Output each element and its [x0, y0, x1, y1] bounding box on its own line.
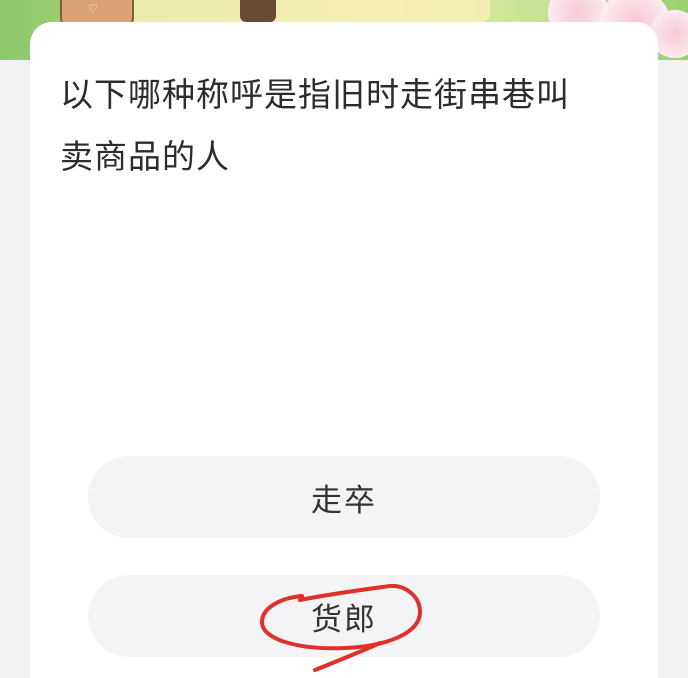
- answer-option-2[interactable]: 货郎: [88, 575, 600, 657]
- answer-option-label: 走卒: [311, 482, 377, 519]
- heart-icon: ♡: [88, 2, 98, 15]
- answer-option-1[interactable]: 走卒: [88, 456, 600, 538]
- answer-option-label: 货郎: [311, 601, 377, 638]
- quiz-screen: ♡ 以下哪种称呼是指旧时走街串巷叫卖商品的人 走卒 货郎: [0, 0, 688, 678]
- tree-trunk-decoration: [240, 0, 276, 22]
- question-text: 以下哪种称呼是指旧时走街串巷叫卖商品的人: [60, 75, 570, 176]
